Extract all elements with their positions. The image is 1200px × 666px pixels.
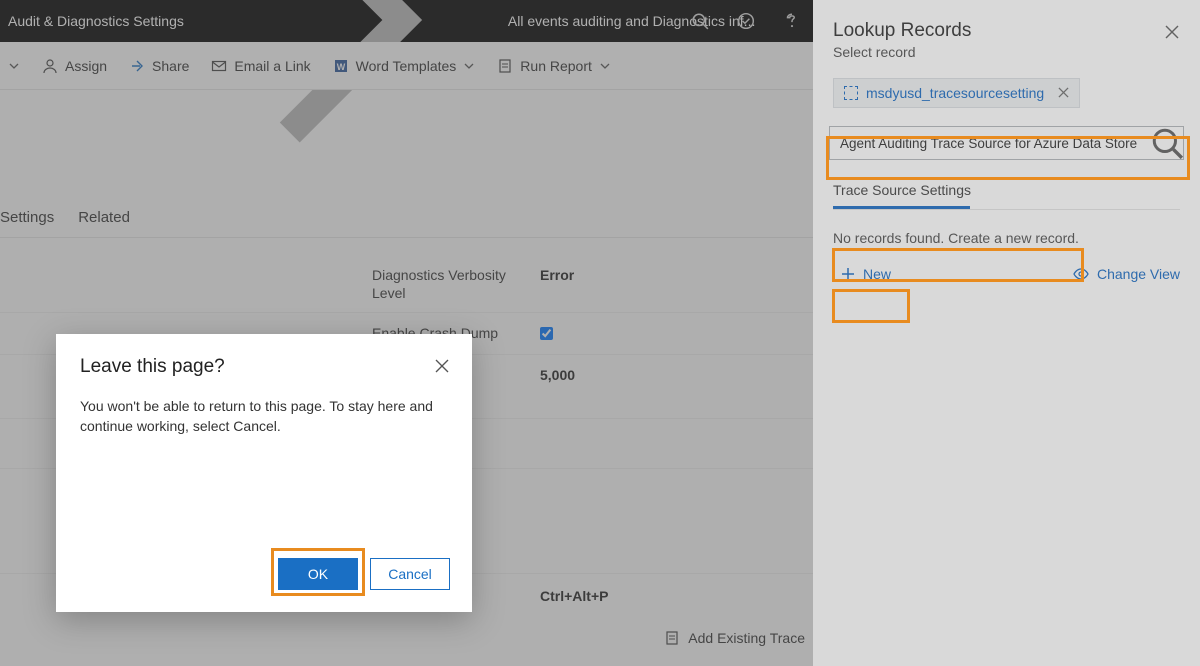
share-icon bbox=[129, 58, 145, 74]
add-existing-label: Add Existing Trace bbox=[688, 630, 805, 646]
search-icon[interactable] bbox=[691, 12, 709, 30]
chevron-down-icon[interactable] bbox=[8, 60, 20, 72]
verbosity-value[interactable]: Error bbox=[540, 267, 574, 283]
top-header: Audit & Diagnostics Settings All events … bbox=[0, 0, 813, 42]
mail-icon bbox=[211, 58, 227, 74]
word-templates-button[interactable]: W Word Templates bbox=[333, 58, 476, 74]
change-view-label: Change View bbox=[1097, 266, 1180, 282]
entity-chip[interactable]: msdyusd_tracesourcesetting bbox=[833, 78, 1080, 108]
lookup-header: Lookup Records Select record bbox=[813, 0, 1200, 68]
lookup-section-title: Trace Source Settings bbox=[833, 182, 1180, 198]
chip-row: msdyusd_tracesourcesetting bbox=[813, 68, 1200, 108]
logs-value[interactable]: 5,000 bbox=[540, 367, 575, 383]
new-button[interactable]: New bbox=[833, 262, 899, 286]
chip-remove-icon[interactable] bbox=[1058, 85, 1069, 101]
leave-page-dialog: Leave this page? You won't be able to re… bbox=[56, 334, 472, 612]
assign-button[interactable]: Assign bbox=[42, 58, 107, 74]
add-existing-row[interactable]: Add Existing Trace bbox=[0, 618, 813, 658]
task-icon[interactable] bbox=[737, 12, 755, 30]
email-link-button[interactable]: Email a Link bbox=[211, 58, 310, 74]
breadcrumb-root[interactable]: Audit & Diagnostics Settings bbox=[8, 13, 184, 29]
command-bar: Assign Share Email a Link W Word Templat… bbox=[0, 42, 813, 90]
dialog-body: You won't be able to return to this page… bbox=[56, 378, 472, 437]
cancel-button[interactable]: Cancel bbox=[370, 558, 450, 590]
report-icon bbox=[497, 58, 513, 74]
add-existing-icon bbox=[664, 630, 680, 646]
entity-icon bbox=[844, 86, 858, 100]
change-view-button[interactable]: Change View bbox=[1073, 266, 1180, 282]
lookup-action-row: New Change View bbox=[833, 262, 1180, 286]
eye-icon bbox=[1073, 266, 1089, 282]
chevron-down-icon bbox=[599, 60, 611, 72]
verbosity-label: Diagnostics Verbosity Level bbox=[372, 267, 532, 302]
new-label: New bbox=[863, 266, 891, 282]
search-input[interactable] bbox=[829, 126, 1184, 160]
entity-chip-label: msdyusd_tracesourcesetting bbox=[866, 85, 1044, 101]
lookup-title: Lookup Records bbox=[833, 20, 1180, 42]
section-separator bbox=[833, 209, 1180, 210]
word-icon: W bbox=[333, 58, 349, 74]
help-icon[interactable] bbox=[783, 12, 801, 30]
share-button[interactable]: Share bbox=[129, 58, 189, 74]
tab-settings[interactable]: Settings bbox=[0, 209, 54, 226]
shortcut-value: Ctrl+Alt+P bbox=[540, 588, 608, 604]
header-icons bbox=[691, 0, 801, 42]
tabs: Settings Related bbox=[0, 198, 813, 238]
word-templates-label: Word Templates bbox=[356, 58, 457, 74]
assign-label: Assign bbox=[65, 58, 107, 74]
share-label: Share bbox=[152, 58, 189, 74]
form-row-verbosity: Diagnostics Verbosity Level Error bbox=[0, 255, 813, 313]
email-link-label: Email a Link bbox=[234, 58, 310, 74]
dialog-title: Leave this page? bbox=[56, 334, 472, 378]
crashdump-checkbox[interactable] bbox=[540, 327, 553, 340]
dialog-buttons: OK Cancel bbox=[278, 558, 450, 590]
search-icon[interactable] bbox=[1150, 126, 1184, 160]
lookup-subtitle: Select record bbox=[833, 44, 1180, 60]
lookup-panel: Lookup Records Select record msdyusd_tra… bbox=[813, 0, 1200, 666]
run-report-label: Run Report bbox=[520, 58, 592, 74]
close-icon[interactable] bbox=[1164, 24, 1180, 40]
chevron-down-icon bbox=[463, 60, 475, 72]
ok-button[interactable]: OK bbox=[278, 558, 358, 590]
run-report-button[interactable]: Run Report bbox=[497, 58, 611, 74]
svg-text:W: W bbox=[336, 62, 345, 72]
search-row bbox=[829, 126, 1184, 160]
close-icon[interactable] bbox=[434, 358, 450, 374]
no-records-message: No records found. Create a new record. bbox=[833, 230, 1180, 246]
tab-related[interactable]: Related bbox=[78, 209, 130, 226]
person-icon bbox=[42, 58, 58, 74]
plus-icon bbox=[841, 267, 855, 281]
